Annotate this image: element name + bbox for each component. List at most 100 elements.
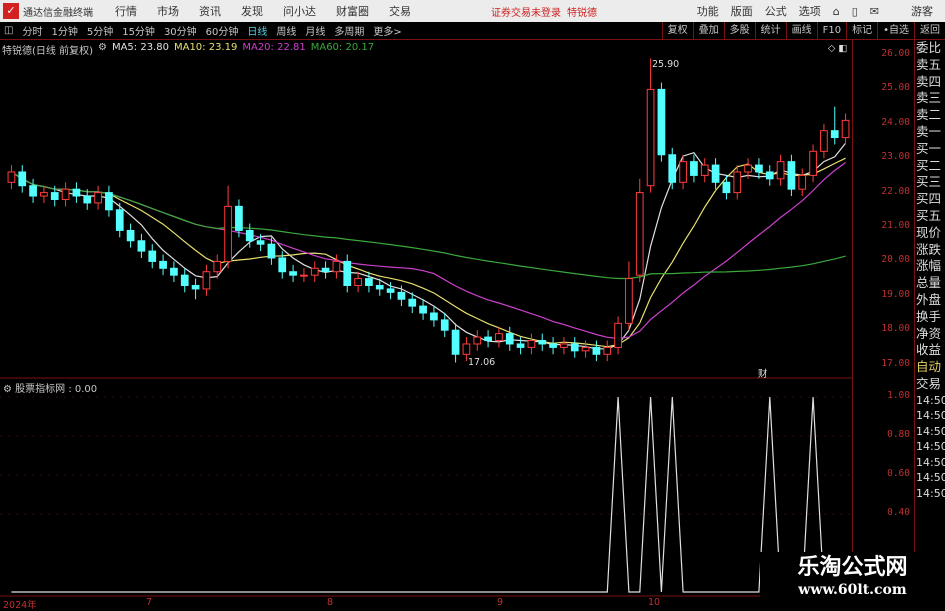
candle-down — [105, 192, 113, 211]
candle-down — [148, 250, 157, 262]
x-axis-label: 8 — [327, 597, 334, 608]
candle-down — [570, 343, 579, 352]
candle-down — [787, 161, 796, 190]
candle-down — [321, 267, 330, 273]
candle-down — [289, 271, 297, 276]
message-icon[interactable]: ✉ — [870, 5, 879, 18]
quote-field-label: 买二 — [916, 157, 942, 173]
candle-down — [159, 260, 167, 269]
candle-down — [343, 260, 352, 286]
quote-field-label: 自动 — [916, 359, 942, 375]
quote-panel: 委比 卖五 卖四 卖三 卖二 卖一 买一 买二 买三 买四 买五 现价 涨跌 涨幅 总量 外盘 换手 净资 收益 自动… — [916, 40, 945, 501]
candle-down — [538, 340, 547, 345]
low-annotation: 17.06 — [468, 357, 496, 368]
quote-field-label: 委比 — [916, 40, 942, 55]
price-tick: 19.00 — [881, 288, 910, 300]
quote-field-label: 收益 — [916, 342, 942, 358]
candle-up — [646, 88, 655, 187]
candle-down — [83, 195, 92, 204]
chart-options-icons[interactable]: ◇ ◧ — [828, 43, 847, 54]
candle-up — [224, 205, 232, 262]
candle-up — [495, 333, 503, 342]
high-annotation: 25.90 — [652, 59, 680, 70]
candle-down — [440, 319, 449, 331]
price-tick: 21.00 — [881, 220, 910, 231]
price-tick: 24.00 — [881, 116, 910, 128]
candle-down — [137, 240, 146, 252]
candle-up — [7, 171, 16, 183]
candle-up — [744, 164, 752, 173]
candle-down — [419, 305, 427, 314]
watermark: 乐淘公式网 www.60lt.com — [760, 552, 945, 609]
candle-up — [332, 260, 341, 273]
quote-field-label: 14:50 — [916, 455, 945, 469]
candle-down — [115, 209, 124, 231]
kline-chart[interactable] — [0, 0, 852, 597]
finance-marker[interactable]: 财 — [758, 366, 768, 380]
candle-down — [765, 171, 774, 180]
candle-down — [592, 346, 601, 355]
candle-up — [300, 274, 308, 277]
quote-field-label: 14:50 — [916, 409, 945, 423]
quote-field-label: 14:50 — [916, 486, 945, 500]
indicator-tick: 0.80 — [887, 429, 910, 440]
price-tick: 25.00 — [881, 82, 910, 94]
x-axis-label: 10 — [648, 597, 661, 608]
candle-down — [430, 312, 438, 321]
price-tick: 20.00 — [881, 254, 910, 266]
candle-up — [213, 260, 222, 273]
quote-field-label: 卖一 — [916, 123, 942, 139]
candle-up — [581, 346, 590, 352]
price-tick: 26.00 — [881, 48, 910, 59]
quote-field-label: 买五 — [916, 207, 942, 223]
quote-field-label: 涨跌 — [916, 241, 942, 257]
indicator-tick: 0.60 — [887, 468, 910, 479]
candle-down — [657, 88, 666, 156]
candle-up — [614, 322, 622, 348]
candle-down — [690, 161, 698, 176]
quote-field-label: 买三 — [916, 174, 942, 190]
candle-up — [798, 174, 807, 190]
candle-up — [635, 192, 644, 276]
quote-field-label: 外盘 — [916, 291, 942, 307]
price-tick: 22.00 — [881, 185, 910, 197]
quote-field-label: 买一 — [916, 140, 942, 156]
candle-up — [61, 188, 70, 200]
x-axis-label: 7 — [146, 597, 153, 608]
watermark-url: www.60lt.com — [798, 582, 907, 598]
candle-up — [462, 343, 471, 355]
back-button[interactable]: 返回 — [914, 22, 945, 40]
candle-down — [549, 343, 557, 348]
candle-down — [267, 243, 276, 259]
quote-field-label: 现价 — [916, 224, 942, 240]
candle-down — [755, 164, 763, 173]
candle-up — [700, 164, 709, 176]
candle-down — [256, 240, 265, 245]
indicator-label[interactable]: ⚙ 股票指标网 : 0.00 — [3, 380, 97, 395]
quote-field-label: 总量 — [916, 275, 942, 291]
watchlist-button[interactable]: •自选 — [877, 22, 914, 40]
quote-field-label: 14:50 — [916, 440, 945, 454]
phone-icon[interactable]: ▯ — [852, 5, 858, 18]
candle-up — [679, 161, 687, 183]
candle-down — [505, 333, 514, 345]
candle-up — [820, 130, 828, 152]
candle-down — [126, 229, 135, 242]
candle-up — [776, 161, 785, 180]
quote-field-label: 买四 — [916, 191, 942, 207]
x-axis-label: 9 — [497, 597, 504, 608]
price-axis: 26.00 25.00 24.00 23.00 22.00 21.00 20.00 19.00… — [852, 40, 915, 597]
candle-up — [603, 346, 612, 355]
ma10-line — [11, 157, 846, 348]
quote-field-label: 14:50 — [916, 393, 945, 407]
candle-down — [408, 298, 417, 307]
candle-down — [278, 257, 287, 273]
user-label[interactable]: 游客 — [911, 3, 933, 19]
candle-up — [354, 278, 362, 286]
quote-field-label: 14:50 — [916, 471, 945, 485]
indicator-settings-icon[interactable]: ⚙ — [3, 384, 12, 395]
candle-up — [202, 271, 211, 290]
quote-field-label: 卖二 — [916, 107, 942, 123]
candle-up — [473, 336, 482, 345]
candle-up — [560, 343, 568, 348]
